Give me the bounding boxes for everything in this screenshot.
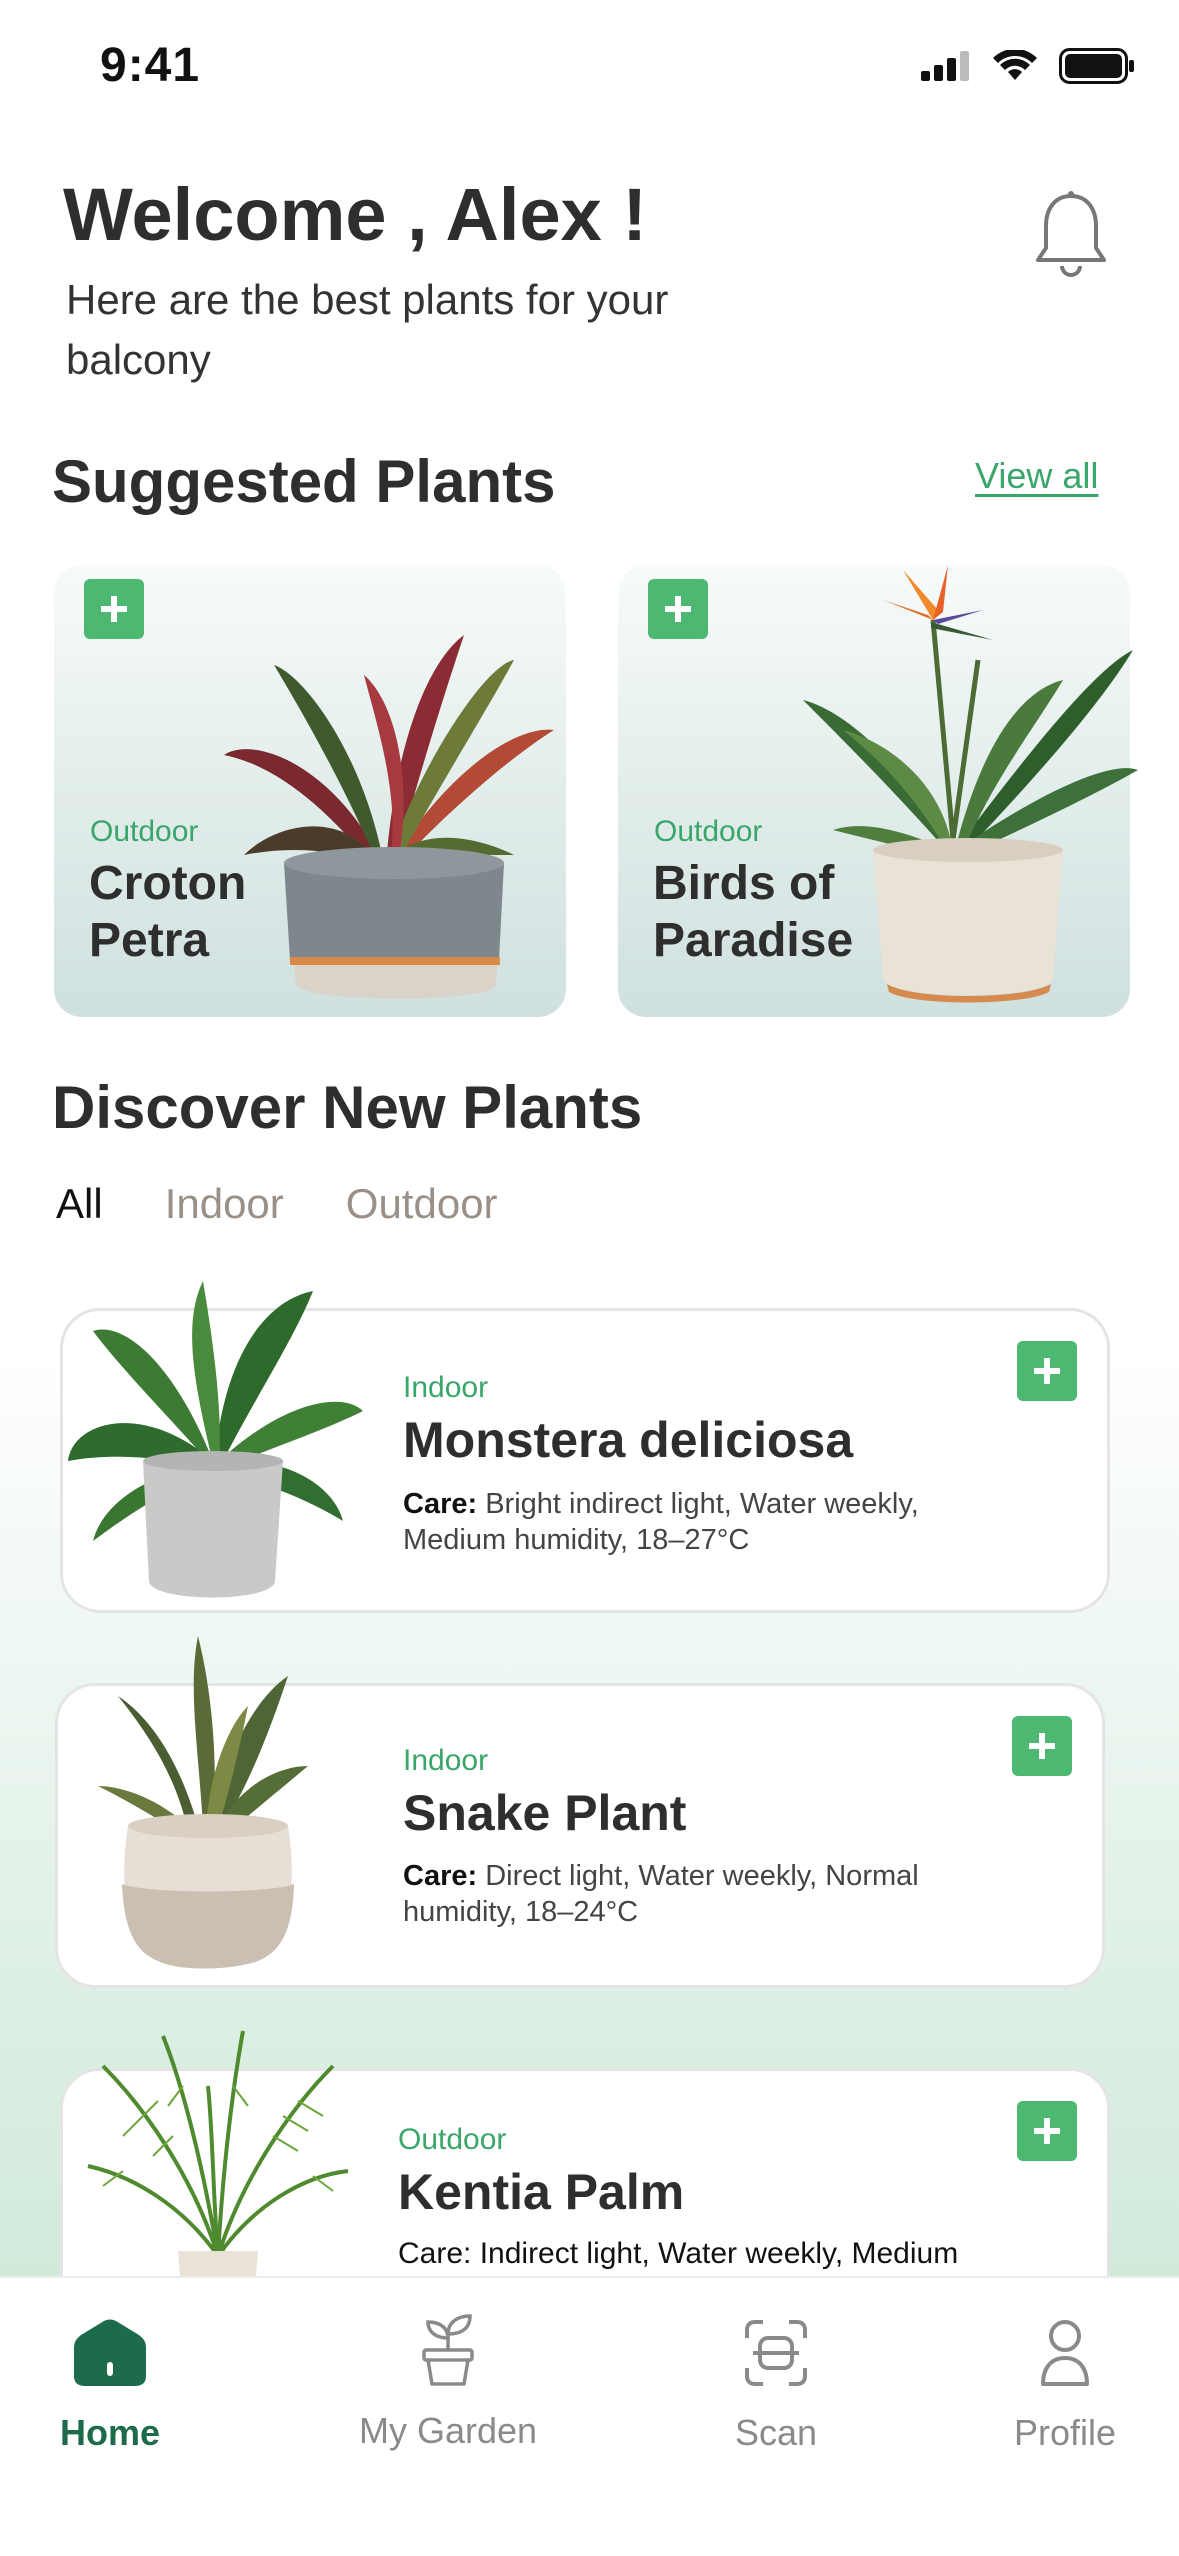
plant-tag: Indoor	[403, 1371, 489, 1404]
nav-my-garden-label: My Garden	[358, 2410, 538, 2451]
nav-home-label: Home	[59, 2412, 161, 2453]
bottom-nav: Home My Garden Scan Profile	[0, 2276, 1179, 2556]
add-plant-button[interactable]	[1012, 1716, 1072, 1776]
care-label: Care:	[403, 1860, 478, 1892]
add-plant-button[interactable]	[1017, 1341, 1077, 1401]
plant-name: Monstera deliciosa	[403, 1412, 854, 1468]
add-plant-button[interactable]	[84, 579, 144, 639]
plant-name: Snake Plant	[403, 1785, 687, 1841]
plant-care: Care: Indirect light, Water weekly, Medi…	[398, 2236, 1078, 2272]
discover-title: Discover New Plants	[52, 1074, 643, 1141]
user-icon	[1041, 2320, 1089, 2386]
care-label: Care:	[398, 2237, 472, 2270]
plant-care: Care: Bright indirect light, Water weekl…	[403, 1486, 1003, 1558]
status-icons	[921, 46, 1135, 86]
care-label: Care:	[403, 1488, 478, 1520]
care-text: Direct light, Water weekly, Normal humid…	[403, 1860, 919, 1928]
tab-all[interactable]: All	[56, 1180, 103, 1228]
scan-icon	[745, 2320, 807, 2386]
suggested-card[interactable]: Outdoor Birds of Paradise	[618, 565, 1138, 1017]
home-icon	[74, 2319, 146, 2386]
plant-tag: Outdoor	[398, 2123, 507, 2156]
bird-of-paradise-image	[803, 565, 1138, 1003]
plant-card[interactable]: Indoor Monstera deliciosa Care: Bright i…	[60, 1281, 1110, 1613]
plus-icon	[1034, 2118, 1060, 2144]
nav-scan[interactable]: Scan	[726, 2318, 826, 2454]
bell-icon[interactable]	[1034, 190, 1108, 280]
tab-indoor[interactable]: Indoor	[165, 1180, 284, 1228]
croton-plant-image	[224, 635, 554, 999]
sprout-pot-icon	[422, 2314, 474, 2386]
status-time: 9:41	[100, 39, 201, 92]
plant-tag: Outdoor	[90, 815, 199, 848]
view-all-link[interactable]: View all	[975, 455, 1098, 497]
tab-outdoor[interactable]: Outdoor	[346, 1180, 498, 1228]
category-tabs: All Indoor Outdoor	[56, 1180, 560, 1228]
plant-care: Care: Direct light, Water weekly, Normal…	[403, 1858, 1003, 1930]
welcome-title: Welcome , Alex !	[63, 173, 647, 256]
plant-tag: Outdoor	[654, 815, 763, 848]
plus-icon	[101, 596, 127, 622]
plus-icon	[665, 596, 691, 622]
plant-tag: Indoor	[403, 1744, 489, 1777]
suggested-title: Suggested Plants	[52, 448, 556, 515]
suggested-card[interactable]: Outdoor Croton Petra	[54, 565, 566, 1017]
battery-icon	[1059, 48, 1134, 84]
welcome-subtitle: Here are the best plants for your balcon…	[66, 276, 669, 383]
nav-home[interactable]: Home	[60, 2318, 160, 2454]
nav-profile-label: Profile	[1013, 2412, 1117, 2453]
add-plant-button[interactable]	[1017, 2101, 1077, 2161]
plus-icon	[1034, 1358, 1060, 1384]
nav-scan-label: Scan	[734, 2412, 818, 2453]
kentia-palm-image	[87, 2030, 349, 2286]
snake-plant-image	[98, 1636, 308, 1969]
monstera-image	[68, 1281, 363, 1598]
nav-my-garden[interactable]: My Garden	[358, 2314, 538, 2452]
plus-icon	[1029, 1733, 1055, 1759]
add-plant-button[interactable]	[648, 579, 708, 639]
plant-name: Kentia Palm	[398, 2164, 685, 2220]
nav-profile[interactable]: Profile	[1005, 2318, 1125, 2454]
plant-card[interactable]: Indoor Snake Plant Care: Direct light, W…	[55, 1636, 1105, 1988]
cellular-signal-icon	[921, 51, 969, 81]
care-text: Indirect light, Water weekly, Medium	[471, 2237, 959, 2270]
care-text: Bright indirect light, Water weekly, Med…	[403, 1488, 919, 1556]
wifi-icon	[993, 50, 1037, 80]
